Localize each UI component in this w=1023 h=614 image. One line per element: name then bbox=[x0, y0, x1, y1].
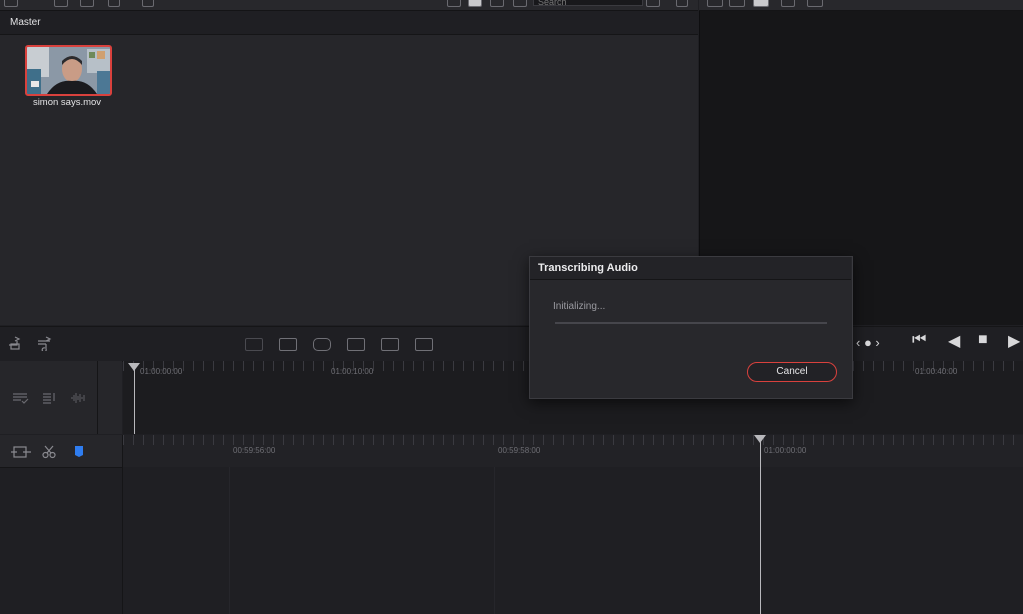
append-audio-icon[interactable] bbox=[36, 335, 54, 351]
smart-insert-icon[interactable] bbox=[7, 335, 23, 351]
upper-track-gap bbox=[98, 361, 122, 434]
thumbnail-view-icon[interactable] bbox=[447, 0, 461, 7]
bin-title[interactable]: Master bbox=[10, 17, 41, 28]
filter-icon[interactable] bbox=[676, 0, 688, 7]
upper-timecode: 01:00:40:00 bbox=[915, 367, 958, 376]
lower-timecode: 01:00:00:00 bbox=[764, 446, 807, 455]
safe-area-icon[interactable] bbox=[781, 0, 795, 7]
clip-thumbnail-image bbox=[27, 47, 110, 94]
upper-playhead[interactable] bbox=[134, 369, 135, 434]
play-reverse-icon[interactable]: ◀ bbox=[948, 331, 960, 351]
jog-control-icon[interactable]: ‹ ● › bbox=[856, 335, 880, 350]
list-view-icon[interactable] bbox=[4, 0, 18, 7]
clip-name[interactable]: simon says.mov bbox=[12, 97, 122, 108]
flag-icon[interactable] bbox=[74, 445, 84, 459]
grid-line bbox=[494, 467, 495, 614]
import-icon[interactable] bbox=[54, 0, 68, 7]
track-list-icon[interactable] bbox=[12, 391, 30, 405]
layout-icon[interactable] bbox=[707, 0, 723, 7]
append-end-icon[interactable] bbox=[415, 338, 433, 351]
upper-timecode: 01:00:10:00 bbox=[331, 367, 374, 376]
audio-track-icon[interactable] bbox=[42, 391, 60, 405]
cancel-button[interactable]: Cancel bbox=[747, 362, 837, 382]
viewer-toolbar bbox=[699, 0, 1023, 11]
lower-playhead[interactable] bbox=[760, 441, 761, 614]
audio-waveform-icon[interactable] bbox=[729, 0, 745, 7]
list-mode-icon[interactable] bbox=[490, 0, 504, 7]
link-icon[interactable] bbox=[108, 0, 120, 7]
lower-timecode: 00:59:56:00 bbox=[233, 446, 276, 455]
viewer-options-icon[interactable] bbox=[807, 0, 823, 7]
stop-icon[interactable]: ■ bbox=[978, 331, 988, 349]
insert-clip-icon bbox=[245, 338, 263, 351]
lower-timecode: 00:59:58:00 bbox=[498, 446, 541, 455]
bin-header bbox=[0, 11, 698, 35]
dialog-status: Initializing... bbox=[553, 301, 606, 312]
export-icon[interactable] bbox=[80, 0, 94, 7]
lower-tools bbox=[0, 435, 122, 468]
upper-track-controls bbox=[0, 361, 98, 434]
fit-timeline-icon[interactable] bbox=[10, 445, 32, 459]
grid-line bbox=[229, 467, 230, 614]
lower-ruler-ticks bbox=[123, 435, 1023, 445]
media-pool-toolbar: Search bbox=[0, 0, 698, 11]
upper-timecode: 01:00:00:00 bbox=[140, 367, 183, 376]
lower-ruler[interactable]: 00:59:56:00 00:59:58:00 01:00:00:00 bbox=[123, 435, 1023, 467]
search-options-icon[interactable] bbox=[646, 0, 660, 7]
waveform-icon[interactable] bbox=[70, 391, 88, 405]
play-icon[interactable]: ▶ bbox=[1008, 331, 1020, 351]
go-to-start-icon[interactable]: ⏮ bbox=[912, 331, 926, 349]
replace-clip-icon[interactable] bbox=[313, 338, 331, 351]
clip-thumbnail[interactable] bbox=[25, 45, 112, 96]
ripple-overwrite-icon[interactable] bbox=[381, 338, 399, 351]
viewer-mode-icon[interactable] bbox=[753, 0, 769, 7]
sort-icon[interactable] bbox=[513, 0, 527, 7]
overwrite-clip-icon[interactable] bbox=[279, 338, 297, 351]
audio-icon[interactable] bbox=[142, 0, 154, 7]
progress-bar bbox=[555, 322, 827, 324]
place-on-top-icon[interactable] bbox=[347, 338, 365, 351]
search-input[interactable]: Search bbox=[533, 0, 643, 6]
grid-view-icon[interactable] bbox=[468, 0, 482, 7]
dialog-title: Transcribing Audio bbox=[538, 262, 638, 274]
blade-tool-icon[interactable] bbox=[42, 445, 56, 459]
